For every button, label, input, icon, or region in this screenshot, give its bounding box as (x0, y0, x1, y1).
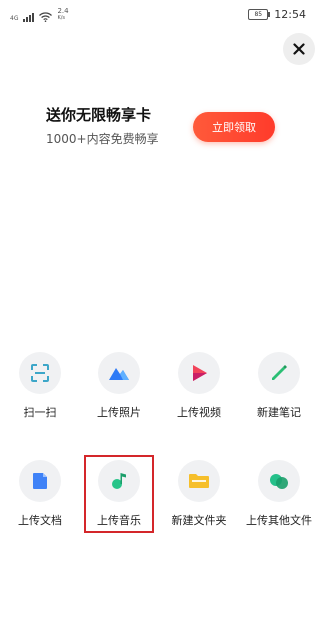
action-new-note[interactable]: 新建笔记 (240, 352, 318, 432)
action-upload-video[interactable]: 上传视频 (160, 352, 238, 432)
action-label: 上传视频 (177, 406, 221, 419)
video-icon (193, 365, 207, 381)
action-label: 上传文档 (18, 514, 62, 527)
action-new-folder[interactable]: 新建文件夹 (160, 460, 238, 540)
network-speed: 2.4 K/s (57, 8, 68, 22)
action-upload-photo[interactable]: 上传照片 (80, 352, 158, 432)
network-type: 4G (10, 15, 19, 22)
speed-unit: K/s (57, 15, 66, 21)
highlight-box (84, 455, 154, 533)
clock: 12:54 (274, 8, 306, 21)
upload-video-button[interactable] (178, 352, 220, 394)
action-label: 新建文件夹 (171, 514, 227, 527)
close-icon (293, 43, 305, 55)
upload-other-button[interactable] (258, 460, 300, 502)
status-left: 4G 2.4 K/s (10, 8, 69, 22)
scan-button[interactable] (19, 352, 61, 394)
photo-icon (109, 368, 129, 380)
promo-subtitle: 1000+内容免费畅享 (46, 132, 159, 146)
other-files-icon (270, 474, 288, 489)
wifi-icon (39, 12, 53, 22)
upload-document-button[interactable] (19, 460, 61, 502)
action-scan[interactable]: 扫一扫 (1, 352, 79, 432)
promo-title: 送你无限畅享卡 (46, 106, 152, 124)
action-label: 扫一扫 (23, 406, 57, 419)
speed-value: 2.4 (57, 7, 69, 15)
action-upload-other[interactable]: 上传其他文件 (240, 460, 318, 540)
upload-photo-button[interactable] (98, 352, 140, 394)
action-upload-document[interactable]: 上传文档 (1, 460, 79, 540)
action-label: 上传其他文件 (246, 514, 312, 527)
status-bar: 4G 2.4 K/s 85 12:54 (0, 0, 320, 28)
action-label: 上传照片 (97, 406, 141, 419)
signal-icon (23, 13, 35, 22)
pen-icon (272, 365, 287, 380)
claim-button[interactable]: 立即领取 (193, 112, 275, 142)
status-right: 85 12:54 (248, 8, 306, 21)
folder-icon (189, 474, 209, 488)
scan-icon (31, 364, 49, 382)
battery-icon: 85 (248, 9, 271, 20)
new-note-button[interactable] (258, 352, 300, 394)
close-button[interactable] (283, 33, 315, 65)
document-icon (33, 473, 47, 489)
action-label: 新建笔记 (257, 406, 301, 419)
new-folder-button[interactable] (178, 460, 220, 502)
